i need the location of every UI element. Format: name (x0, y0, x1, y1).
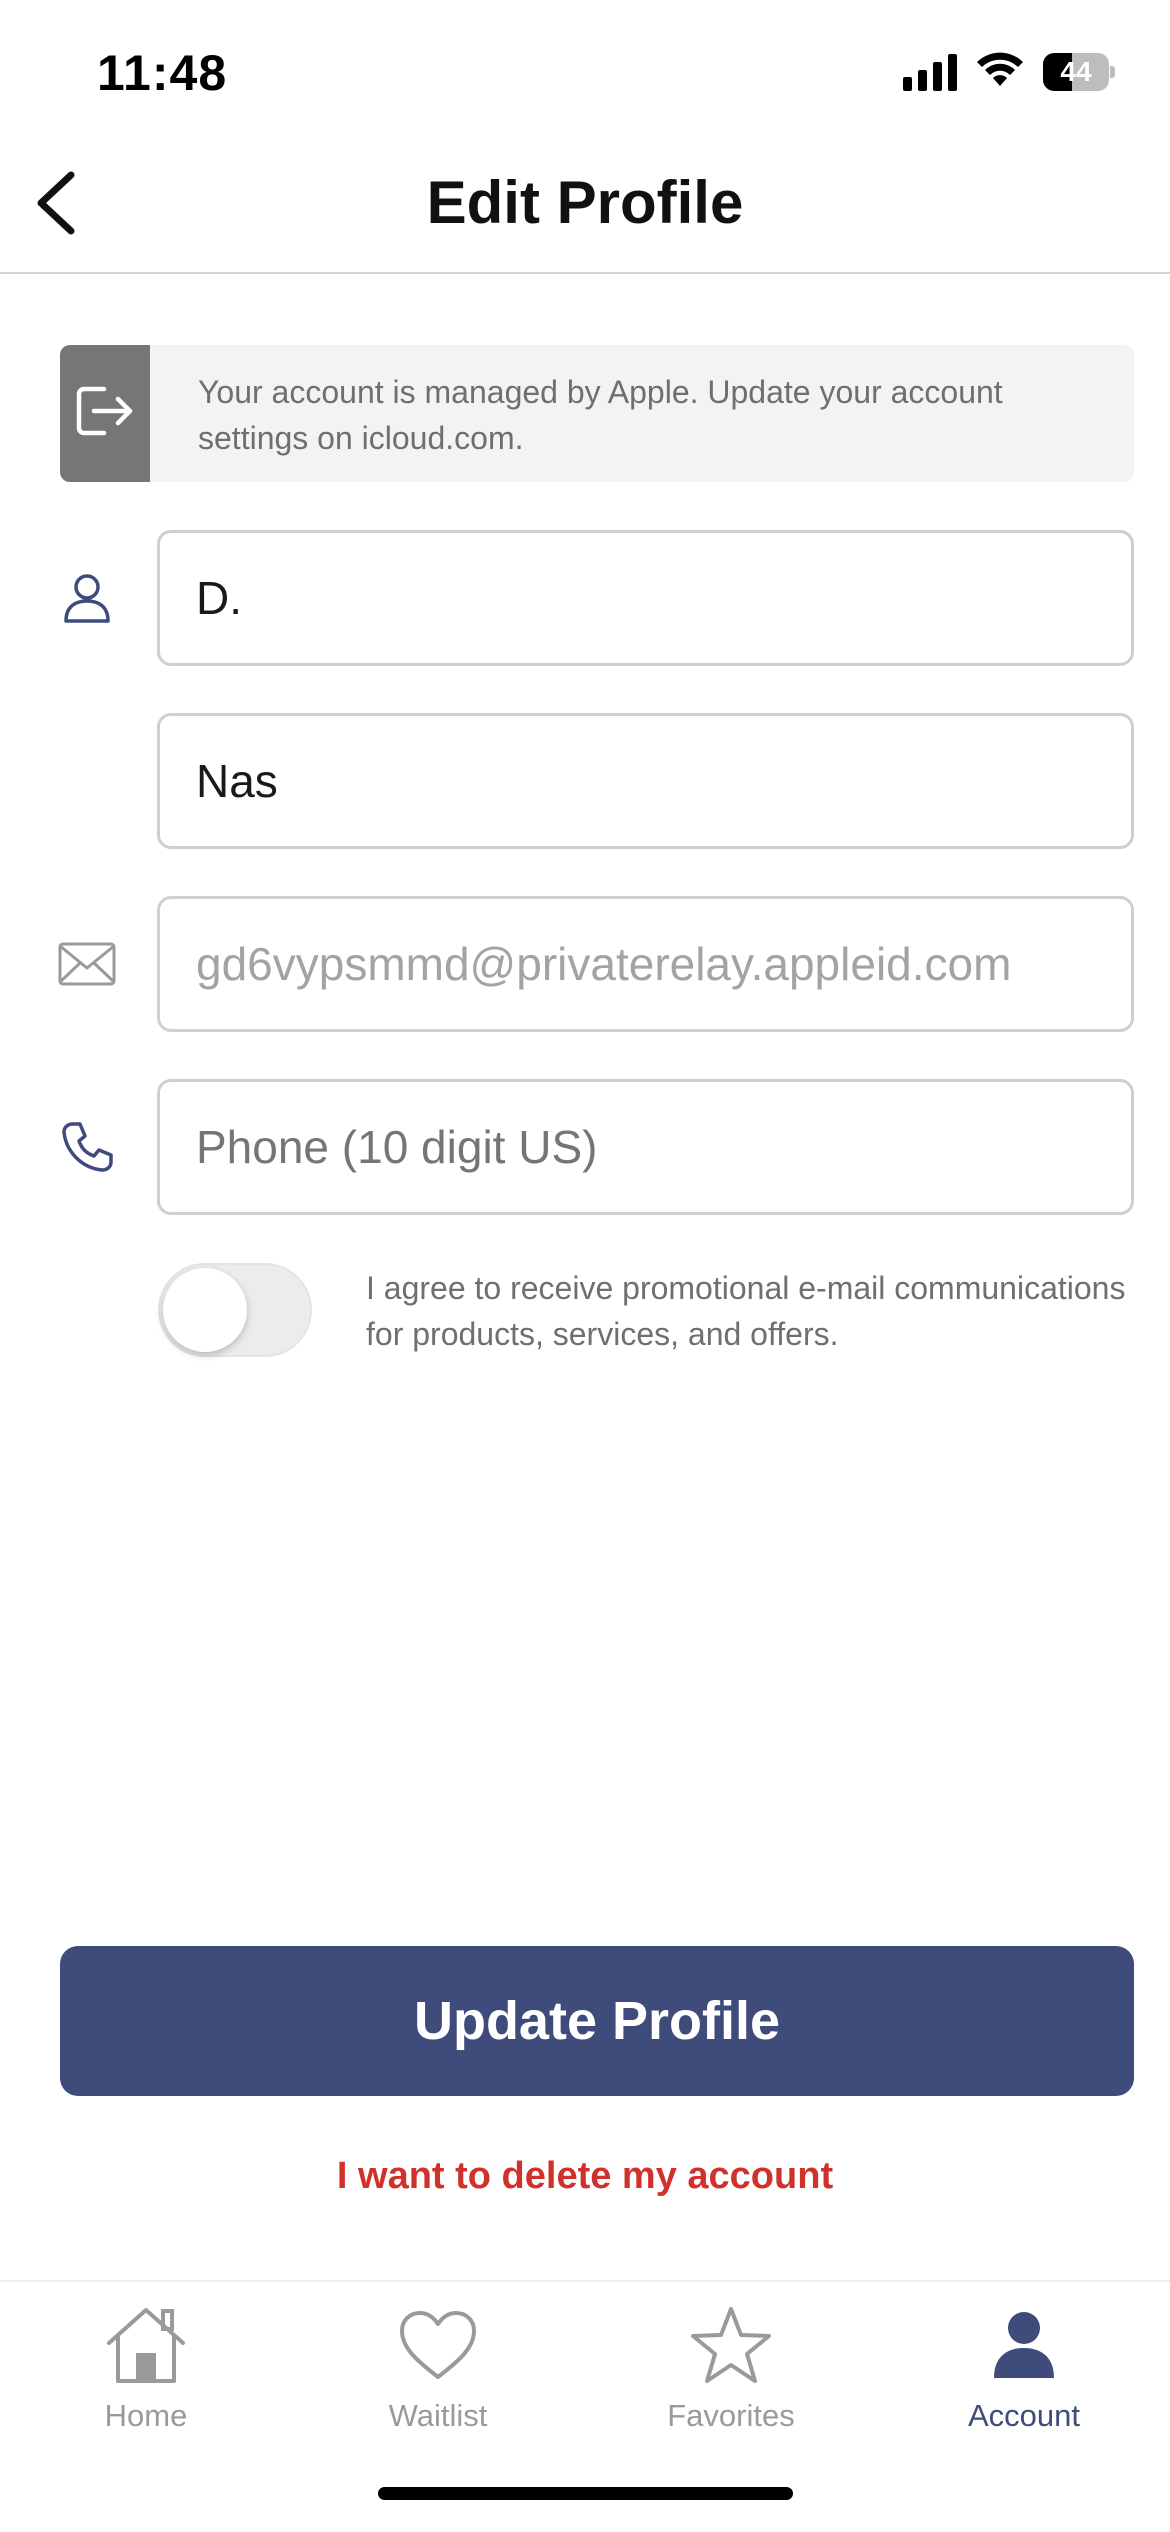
signal-icon (903, 53, 957, 91)
star-icon (686, 2300, 776, 2390)
update-profile-button[interactable]: Update Profile (60, 1946, 1134, 2096)
last-name-field[interactable]: Nas (157, 713, 1134, 849)
status-bar: 11:48 44 (0, 0, 1170, 140)
wifi-icon (975, 50, 1025, 93)
promo-consent-row: I agree to receive promotional e-mail co… (0, 1263, 1170, 1363)
last-name-row: Nas (0, 713, 1170, 849)
sign-out-icon (74, 383, 136, 444)
toggle-knob (163, 1268, 247, 1352)
first-name-field[interactable]: D. (157, 530, 1134, 666)
tab-label: Account (967, 2398, 1080, 2433)
tab-label: Favorites (667, 2398, 795, 2433)
banner-text: Your account is managed by Apple. Update… (198, 374, 1003, 456)
email-field: gd6vypsmmd@privaterelay.appleid.com (157, 896, 1134, 1032)
promo-consent-label: I agree to receive promotional e-mail co… (366, 1270, 1126, 1352)
tab-home[interactable]: Home (0, 2282, 292, 2452)
tab-waitlist[interactable]: Waitlist (292, 2282, 584, 2452)
heart-icon (393, 2300, 483, 2390)
phone-icon (50, 1117, 124, 1177)
account-icon (979, 2300, 1069, 2390)
tab-label: Home (104, 2398, 188, 2433)
status-icons: 44 (903, 50, 1115, 93)
promo-email-toggle[interactable] (158, 1263, 312, 1357)
banner-icon-box (60, 345, 150, 482)
tab-label: Waitlist (388, 2398, 488, 2433)
delete-account-link[interactable]: I want to delete my account (0, 2155, 1170, 2198)
envelope-icon (50, 934, 124, 994)
phone-input[interactable] (157, 1079, 1134, 1215)
person-icon (50, 568, 124, 628)
email-row: gd6vypsmmd@privaterelay.appleid.com (0, 896, 1170, 1032)
home-indicator (378, 2487, 793, 2500)
status-time: 11:48 (97, 45, 228, 101)
home-icon (101, 2300, 191, 2390)
tab-account[interactable]: Account (878, 2282, 1170, 2452)
nav-bar: Edit Profile (0, 140, 1170, 274)
apple-account-banner: Your account is managed by Apple. Update… (60, 345, 1134, 482)
battery-percent: 44 (1060, 55, 1092, 87)
phone-row (0, 1079, 1170, 1215)
tab-favorites[interactable]: Favorites (585, 2282, 877, 2452)
battery-icon: 44 (1043, 52, 1115, 91)
page-title: Edit Profile (426, 169, 744, 236)
first-name-row: D. (0, 530, 1170, 666)
